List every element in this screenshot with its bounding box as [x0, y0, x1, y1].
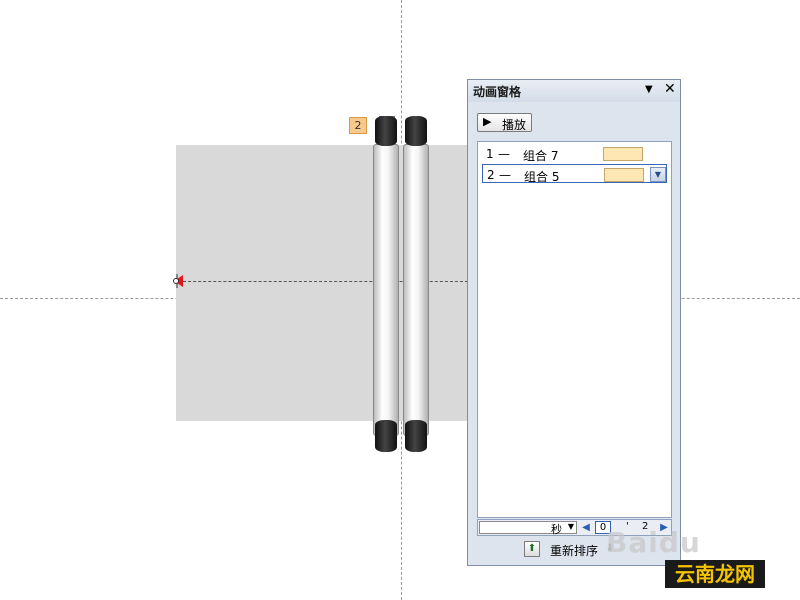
scroll-right-group[interactable] [403, 116, 429, 452]
baidu-watermark: Baidu [606, 526, 701, 559]
pane-menu-icon[interactable]: ▼ [645, 84, 653, 95]
dropdown-arrow-icon: ▼ [567, 522, 574, 531]
list-item-selected[interactable]: 2 — 组合 5 ▼ [482, 164, 667, 184]
animation-list[interactable]: 1 — 组合 7 2 — 组合 5 ▼ [477, 141, 672, 518]
play-button[interactable]: ▶ 播放 [477, 113, 532, 132]
item-dash: — [498, 147, 510, 161]
reorder-label: 重新排序 [550, 544, 599, 558]
animation-pane: 动画窗格 ▼ ✕ ▶ 播放 1 — 组合 7 2 — 组合 5 ▼ 秒 ▼ ◀ … [467, 79, 681, 566]
site-watermark: 云南龙网 [665, 560, 765, 588]
play-label: 播放 [502, 118, 527, 132]
animation-order-tag-2[interactable]: 2 [349, 117, 367, 134]
pane-title: 动画窗格 [473, 85, 522, 99]
seconds-dropdown[interactable]: 秒 ▼ [479, 521, 577, 536]
play-icon: ▶ [483, 115, 492, 128]
scroll-bottom-cap [405, 420, 427, 452]
scroll-top-cap [375, 116, 397, 146]
scroll-top-cap [405, 116, 427, 146]
seconds-label: 秒 [551, 523, 562, 536]
scroll-body [403, 144, 429, 436]
chevron-down-icon[interactable]: ▼ [650, 167, 666, 182]
list-item[interactable]: 1 — 组合 7 [482, 144, 667, 163]
item-index: 1 [486, 147, 494, 161]
scroll-body [373, 144, 399, 436]
item-dash: — [499, 168, 511, 182]
scroll-bottom-cap [375, 420, 397, 452]
timing-bar[interactable] [604, 168, 644, 182]
item-index: 2 [487, 168, 495, 182]
scroll-left-group[interactable] [373, 116, 399, 452]
close-icon[interactable]: ✕ [664, 81, 676, 97]
item-name: 组合 5 [524, 170, 560, 184]
timing-bar[interactable] [603, 147, 643, 161]
item-name: 组合 7 [523, 149, 559, 163]
move-up-icon[interactable]: ⬆ [524, 541, 540, 557]
pane-title-bar: 动画窗格 ▼ ✕ [468, 80, 680, 102]
motion-start-marker-icon[interactable] [171, 273, 185, 289]
timeline-left-arrow-icon[interactable]: ◀ [580, 521, 592, 534]
